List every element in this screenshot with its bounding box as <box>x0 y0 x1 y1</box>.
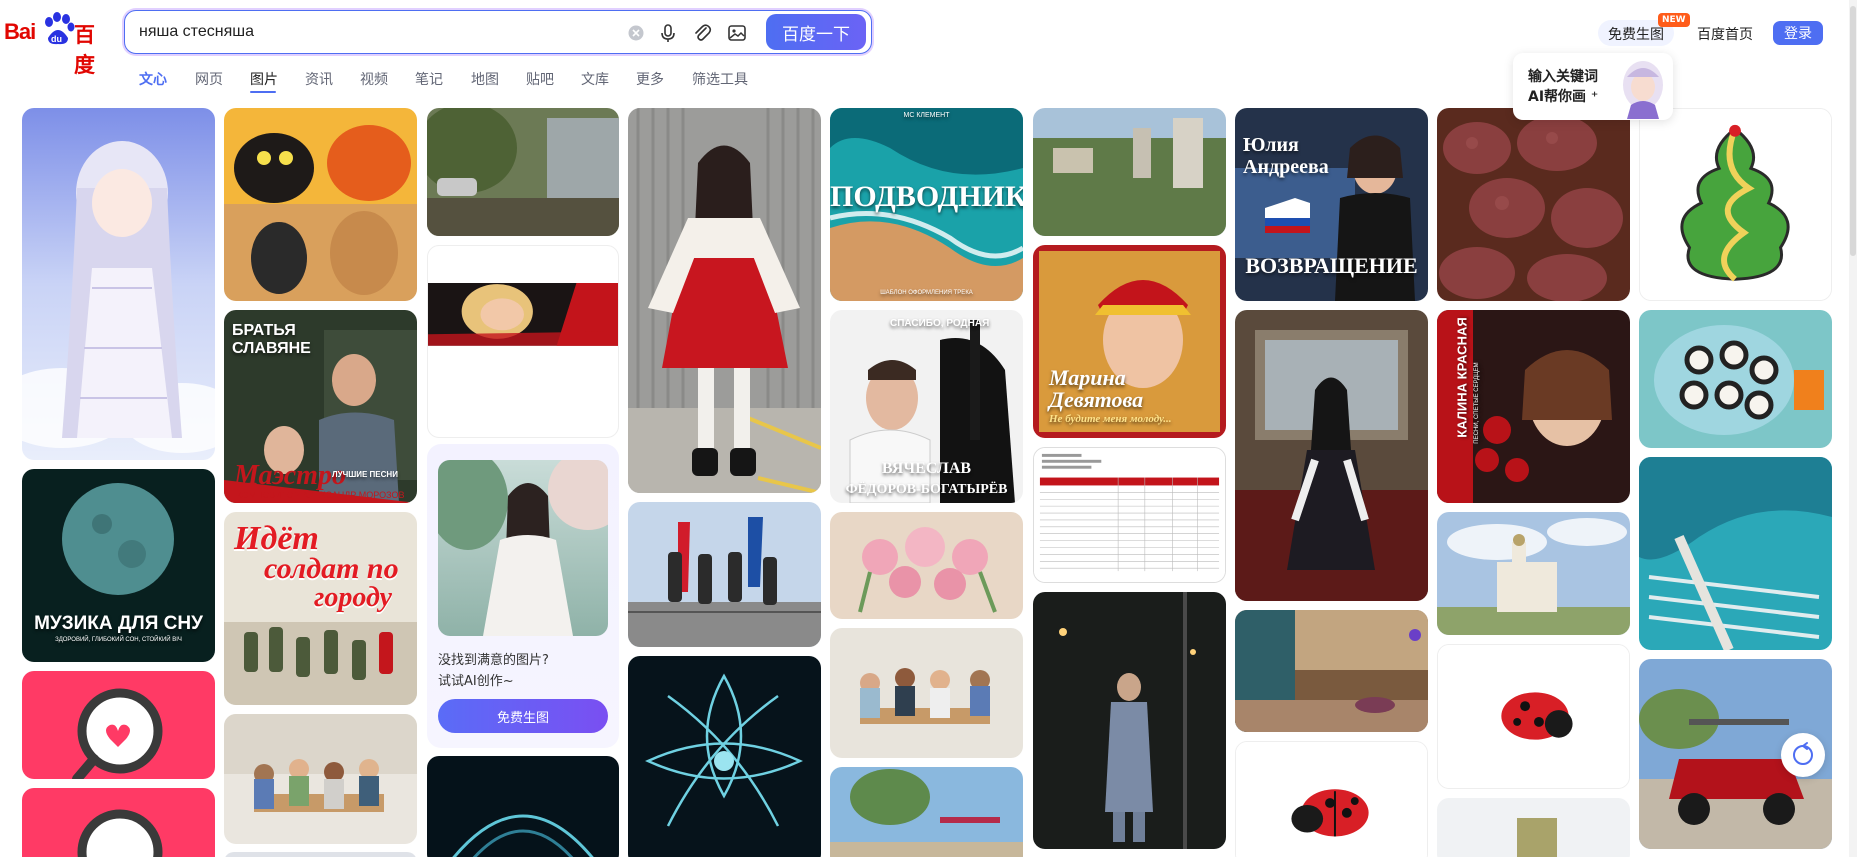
image-meat-dish[interactable] <box>1437 108 1630 301</box>
tab-news[interactable]: 资讯 <box>305 69 333 89</box>
tab-filter-tools[interactable]: 筛选工具 <box>692 69 748 89</box>
image-partial-bottom-col2[interactable] <box>224 852 417 857</box>
slavs-title-1: БРАТЬЯ <box>232 322 296 339</box>
ai-card-line-1: 输入关键词 <box>1528 69 1598 85</box>
clear-icon[interactable] <box>625 22 647 44</box>
image-search-icon[interactable] <box>726 22 748 44</box>
kalina-vertical-title: КАЛИНА КРАСНАЯ <box>1454 317 1470 438</box>
ai-draw-card[interactable]: 输入关键词 AI帮你画 ⁺ <box>1513 53 1673 120</box>
ai-sample-image <box>438 460 608 636</box>
image-sleep-music-moon[interactable]: МУЗИКА ДЛЯ СНУ ЗДОРОВИЙ, ГЛИБОКИЙ СОН, С… <box>22 469 215 662</box>
image-anime-girl[interactable] <box>22 108 215 460</box>
slavs-title-2: СЛАВЯНЕ <box>232 340 311 357</box>
image-singer-blonde[interactable] <box>427 245 619 438</box>
ai-generate-prompt-card: 没找到满意的图片? 试试AI创作~ 免费生图 <box>427 444 619 748</box>
image-hotel-lounge[interactable] <box>1235 610 1428 732</box>
fedorov-name-2: ФЁДОРОВ-БОГАТЫРЁВ <box>845 482 1008 497</box>
baidu-home-link[interactable]: 百度首页 <box>1697 24 1753 44</box>
marina-subtitle: Не будите меня молоду... <box>1049 413 1172 425</box>
tab-web[interactable]: 网页 <box>195 69 223 89</box>
logo-text-baidu-cn: 百度 <box>74 24 95 77</box>
scrollbar-thumb[interactable] <box>1850 6 1856 256</box>
free-generate-button[interactable]: 免费生图 <box>438 699 608 733</box>
baidu-image-search-page: Bai du 百度 百度一下 免费生图 <box>0 0 1857 857</box>
tab-wenku[interactable]: 文库 <box>581 69 609 89</box>
tab-images[interactable]: 图片 <box>250 69 278 89</box>
microphone-icon[interactable] <box>657 22 679 44</box>
image-soldier-song[interactable]: Идёт солдат по городу <box>224 512 417 705</box>
image-city-aerial[interactable] <box>1033 108 1226 236</box>
tab-wenxin[interactable]: 文心 <box>139 69 167 89</box>
image-podvodnik-cover[interactable]: МС КЛЕМЕНТ ПОДВОДНИК ШАБЛОН ОФОРМЛЕНИЯ Т… <box>830 108 1023 301</box>
prompt-subtitle: 试试AI创作~ <box>438 674 514 689</box>
image-cats[interactable] <box>224 108 417 301</box>
image-pink-icon-1[interactable] <box>22 671 215 779</box>
marina-name-2: Девятова <box>1049 387 1144 412</box>
ai-card-line-2: AI帮你画 ⁺ <box>1528 89 1599 105</box>
tab-more[interactable]: 更多 <box>636 69 664 89</box>
yulia-name-2: Андреева <box>1243 156 1329 178</box>
search-input[interactable] <box>139 20 619 44</box>
image-pink-icon-2[interactable] <box>22 788 215 857</box>
image-document-table[interactable] <box>1033 447 1226 583</box>
image-park-pavilion[interactable] <box>830 767 1023 857</box>
refresh-icon <box>1793 742 1813 765</box>
ai-avatar-icon <box>1623 61 1663 119</box>
image-roses[interactable] <box>830 512 1023 619</box>
login-button[interactable]: 登录 <box>1773 21 1823 45</box>
image-friends-table-2[interactable] <box>830 628 1023 758</box>
image-fedorov-cover[interactable]: СПАСИБО, РОДНАЯ ВЯЧЕСЛАВ ФЁДОРОВ-БОГАТЫР… <box>830 310 1023 503</box>
image-kaleidoscope-1[interactable] <box>427 756 619 857</box>
slavs-composer: КОМПОЗИТОР АЛЕКСАНДР МОРОЗОВ <box>236 490 405 500</box>
tab-maps[interactable]: 地图 <box>471 69 499 89</box>
image-ladybug-2[interactable] <box>1437 644 1630 789</box>
image-partial-bottom-col8[interactable] <box>1437 798 1630 857</box>
slavs-maestro: Маэстро <box>234 460 346 491</box>
search-button[interactable]: 百度一下 <box>766 14 866 50</box>
active-tab-underline <box>250 91 276 93</box>
soldier-title-2: солдат по <box>264 552 399 585</box>
podvodnik-top: МС КЛЕМЕНТ <box>903 112 950 119</box>
image-ladybug-1[interactable] <box>1235 741 1428 857</box>
image-bratya-slavyane[interactable]: БРАТЬЯ СЛАВЯНЕ Маэстро ЛУЧШИЕ ПЕСНИ КОМП… <box>224 310 417 503</box>
music-title: МУЗИКА ДЛЯ СНУ <box>34 613 203 634</box>
page-scrollbar[interactable] <box>1849 0 1857 857</box>
fedorov-name-1: ВЯЧЕСЛАВ <box>881 460 972 477</box>
soldier-title-3: городу <box>314 582 392 613</box>
image-courtyard[interactable] <box>427 108 619 236</box>
image-kalina-krasnaya[interactable]: КАЛИНА КРАСНАЯ ПЕСНИ, СПЕТЫЕ СЕРДЦЕМ <box>1437 310 1630 503</box>
image-man-street-night[interactable] <box>1033 592 1226 849</box>
image-church-sky[interactable] <box>1437 512 1630 635</box>
podvodnik-title: ПОДВОДНИК <box>830 180 1023 213</box>
image-friends-table-1[interactable] <box>224 714 417 844</box>
image-marathon-runners[interactable] <box>628 502 821 647</box>
new-badge: NEW <box>1658 13 1690 27</box>
image-snake-tree[interactable] <box>1639 108 1832 301</box>
tab-notes[interactable]: 笔记 <box>415 69 443 89</box>
slavs-subtitle: ЛУЧШИЕ ПЕСНИ <box>332 470 398 479</box>
search-box: 百度一下 <box>124 10 872 54</box>
image-kaleidoscope-2[interactable] <box>628 656 821 857</box>
image-beach-aerial[interactable] <box>1639 457 1832 650</box>
image-gothic-dress-girl[interactable] <box>1235 310 1428 601</box>
music-subtitle: ЗДОРОВИЙ, ГЛИБОКИЙ СОН, СТОЙКИЙ ВІЧ <box>55 637 182 643</box>
prompt-question: 没找到满意的图片? <box>438 653 549 668</box>
image-yulia-andreeva[interactable]: Юлия Андреева ВОЗВРАЩЕНИЕ <box>1235 108 1428 301</box>
image-cosplay-girl[interactable] <box>628 108 821 493</box>
image-marina-devyatova[interactable]: Марина Девятова Не будите меня молоду... <box>1033 245 1226 438</box>
feedback-float-button[interactable] <box>1781 733 1825 777</box>
fedorov-top: СПАСИБО, РОДНАЯ <box>890 318 990 329</box>
logo-text-bai: Bai <box>4 19 36 44</box>
paw-icon: du <box>45 12 75 45</box>
baidu-logo[interactable]: Bai du 百度 <box>4 12 108 77</box>
tab-tieba[interactable]: 贴吧 <box>526 69 554 89</box>
kalina-subtitle: ПЕСНИ, СПЕТЫЕ СЕРДЦЕМ <box>1474 362 1480 444</box>
attachment-icon[interactable] <box>691 22 713 44</box>
image-sushi[interactable] <box>1639 310 1832 448</box>
podvodnik-bottom: ШАБЛОН ОФОРМЛЕНИЯ ТРЕКА <box>880 290 973 296</box>
yulia-name-1: Юлия <box>1243 134 1299 156</box>
yulia-title: ВОЗВРАЩЕНИЕ <box>1245 253 1418 278</box>
logo-text-du: du <box>51 34 62 44</box>
tab-video[interactable]: 视频 <box>360 69 388 89</box>
